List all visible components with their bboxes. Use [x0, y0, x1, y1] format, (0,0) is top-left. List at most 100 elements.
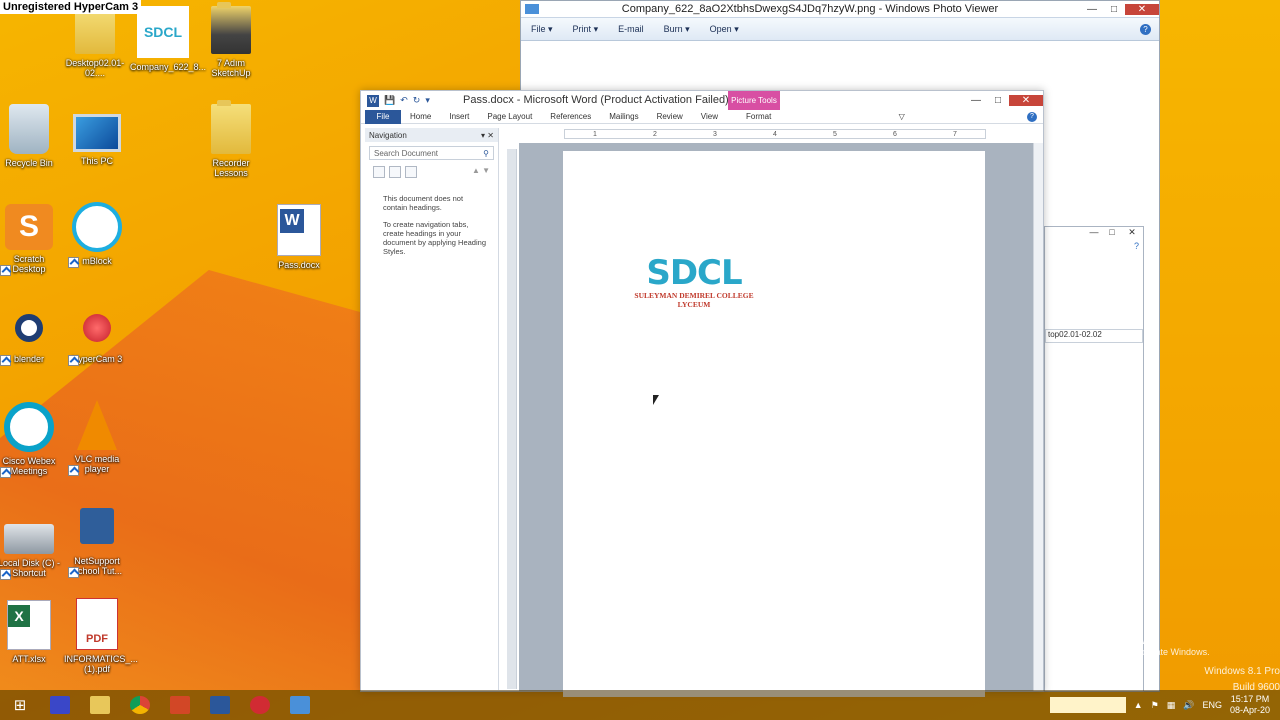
- record-icon: [83, 314, 111, 342]
- mouse-cursor: [653, 395, 659, 405]
- vertical-ruler[interactable]: [507, 149, 517, 689]
- maximize-button[interactable]: □: [987, 95, 1009, 106]
- navigation-message: This document does not contain headings.…: [383, 194, 486, 256]
- taskbar-word[interactable]: [200, 690, 240, 720]
- navigation-header: Navigation ▾ ✕: [365, 128, 498, 142]
- desktop-icon-company-png[interactable]: SDCL Company_622_8...: [130, 6, 206, 72]
- desktop-icon-netsupport[interactable]: NetSupport School Tut...: [64, 508, 130, 578]
- photo-viewer-app-icon: [525, 4, 539, 14]
- help-icon[interactable]: ?: [1027, 111, 1037, 122]
- desktop-icon-label: This PC: [80, 156, 113, 166]
- folder-icon: [211, 2, 251, 54]
- desktop-icon-informatics-pdf[interactable]: PDF INFORMATICS_... (1).pdf: [64, 598, 138, 674]
- clock[interactable]: 15:17 PM 08-Apr-20: [1230, 694, 1270, 716]
- word-titlebar: W 💾 ↶ ↻ ▾ Pass.docx - Microsoft Word (Pr…: [361, 91, 1043, 110]
- desktop-icon-webex[interactable]: Cisco Webex Meetings: [0, 402, 62, 478]
- desktop-icon-blender[interactable]: blender: [0, 314, 62, 366]
- word-window[interactable]: W 💾 ↶ ↻ ▾ Pass.docx - Microsoft Word (Pr…: [360, 90, 1044, 697]
- pv-menu-open[interactable]: Open ▾: [710, 24, 739, 35]
- vlc-cone-icon: [77, 400, 117, 450]
- navigation-close-icon[interactable]: ▾ ✕: [481, 131, 494, 140]
- minimize-button[interactable]: —: [1085, 227, 1103, 241]
- action-center-icon[interactable]: ⚑: [1151, 700, 1159, 711]
- drive-icon: [4, 524, 54, 554]
- show-hidden-icons[interactable]: ▲: [1134, 700, 1143, 710]
- volume-icon[interactable]: 🔊: [1183, 700, 1194, 711]
- search-icon[interactable]: ⚲: [483, 149, 489, 158]
- image-file-icon: SDCL: [137, 6, 189, 58]
- pv-menu-print[interactable]: Print ▾: [573, 24, 599, 35]
- pv-menu-file[interactable]: File ▾: [531, 24, 553, 35]
- start-button[interactable]: ⊞: [0, 690, 40, 720]
- navigation-pane: Navigation ▾ ✕ Search Document ⚲ ▲ ▼ Thi…: [365, 128, 499, 690]
- desktop-icon-mblock[interactable]: mBlock: [64, 202, 130, 268]
- shortcut-arrow-icon: [0, 467, 11, 478]
- close-button[interactable]: ✕: [1009, 95, 1043, 106]
- desktop-icon-sketchup-folder[interactable]: 7 Adım SketchUp: [198, 2, 264, 78]
- taskbar-file-explorer[interactable]: [80, 690, 120, 720]
- desktop-icon-pass-docx[interactable]: W Pass.docx: [266, 204, 332, 270]
- pdf-file-icon: PDF: [76, 598, 118, 650]
- desktop-icon-recorder-lessons[interactable]: Recorder Lessons: [198, 100, 264, 178]
- tab-mailings[interactable]: Mailings: [600, 112, 647, 121]
- taskbar-hypercam[interactable]: [240, 690, 280, 720]
- redo-icon[interactable]: ↻: [413, 95, 421, 106]
- search-document-input[interactable]: Search Document ⚲: [369, 146, 494, 160]
- desktop-icon-local-disk[interactable]: Local Disk (C) - Shortcut: [0, 510, 62, 580]
- tab-file[interactable]: File: [365, 109, 401, 124]
- school-logo-image[interactable]: SDCL SULEYMAN DEMIREL COLLEGE LYCEUM: [629, 255, 759, 309]
- taskbar-photo-viewer[interactable]: [280, 690, 320, 720]
- taskbar-settings-app[interactable]: [40, 690, 80, 720]
- desktop-icon-desktop-folder[interactable]: Desktop02.01-02....: [62, 2, 128, 78]
- expand-ribbon-icon[interactable]: ▽: [899, 112, 905, 121]
- taskbar-powerpoint[interactable]: [160, 690, 200, 720]
- logo-letters: SDCL: [646, 253, 742, 293]
- desktop-icon-scratch-desktop[interactable]: S Scratch Desktop: [0, 204, 62, 276]
- minimize-button[interactable]: —: [965, 95, 987, 106]
- explorer-window-background[interactable]: — □ ✕ ? top02.01-02.02: [1044, 226, 1144, 692]
- tab-insert[interactable]: Insert: [440, 112, 478, 121]
- desktop-icon-att-xlsx[interactable]: X ATT.xlsx: [0, 600, 62, 664]
- desktop-icon-label: Recycle Bin: [5, 158, 53, 168]
- desktop-icon-hypercam[interactable]: HyperCam 3: [64, 314, 130, 366]
- tab-references[interactable]: References: [541, 112, 600, 121]
- maximize-button[interactable]: □: [1103, 4, 1125, 15]
- tab-format[interactable]: Format: [737, 112, 780, 121]
- nav-prev-next-icon[interactable]: ▲ ▼: [472, 166, 490, 178]
- language-indicator[interactable]: ENG: [1202, 700, 1222, 710]
- browse-pages-icon[interactable]: [389, 166, 401, 178]
- tab-page-layout[interactable]: Page Layout: [478, 112, 541, 121]
- browse-headings-icon[interactable]: [373, 166, 385, 178]
- webex-icon: [4, 402, 54, 452]
- taskbar-chrome[interactable]: [120, 690, 160, 720]
- close-button[interactable]: ✕: [1125, 3, 1159, 15]
- activate-windows-watermark: Activate Windows Go to PC settings to ac…: [1054, 632, 1210, 657]
- minimize-button[interactable]: —: [1081, 4, 1103, 15]
- tab-home[interactable]: Home: [401, 112, 440, 121]
- help-icon[interactable]: ?: [1045, 241, 1143, 253]
- desktop-icon-this-pc[interactable]: This PC: [64, 114, 130, 166]
- explorer-search-input[interactable]: top02.01-02.02: [1045, 329, 1143, 343]
- help-icon[interactable]: ?: [1140, 23, 1151, 35]
- pv-menu-email[interactable]: E-mail: [618, 24, 644, 34]
- close-button[interactable]: ✕: [1121, 227, 1143, 241]
- vertical-scrollbar[interactable]: [1033, 143, 1043, 691]
- wallpaper-shape-right: [1160, 0, 1280, 690]
- desktop-icon-recycle-bin[interactable]: Recycle Bin: [0, 104, 62, 168]
- pv-menu-burn[interactable]: Burn ▾: [664, 24, 690, 35]
- maximize-button[interactable]: □: [1103, 227, 1121, 241]
- desktop-icon-vlc[interactable]: VLC media player: [64, 400, 130, 476]
- shortcut-arrow-icon: [0, 569, 11, 580]
- browse-results-icon[interactable]: [405, 166, 417, 178]
- desktop-icon-label: INFORMATICS_... (1).pdf: [64, 654, 138, 674]
- network-icon[interactable]: ▦: [1167, 700, 1176, 711]
- shortcut-arrow-icon: [0, 265, 11, 276]
- customize-qat-icon[interactable]: ▾: [425, 95, 430, 106]
- save-icon[interactable]: 💾: [384, 95, 395, 106]
- document-page[interactable]: SDCL SULEYMAN DEMIREL COLLEGE LYCEUM: [563, 151, 985, 697]
- horizontal-ruler[interactable]: 1234567: [564, 129, 986, 139]
- photo-viewer-toolbar: File ▾ Print ▾ E-mail Burn ▾ Open ▾ ?: [521, 17, 1159, 41]
- tab-review[interactable]: Review: [648, 112, 692, 121]
- tab-view[interactable]: View: [692, 112, 727, 121]
- undo-icon[interactable]: ↶: [400, 95, 408, 106]
